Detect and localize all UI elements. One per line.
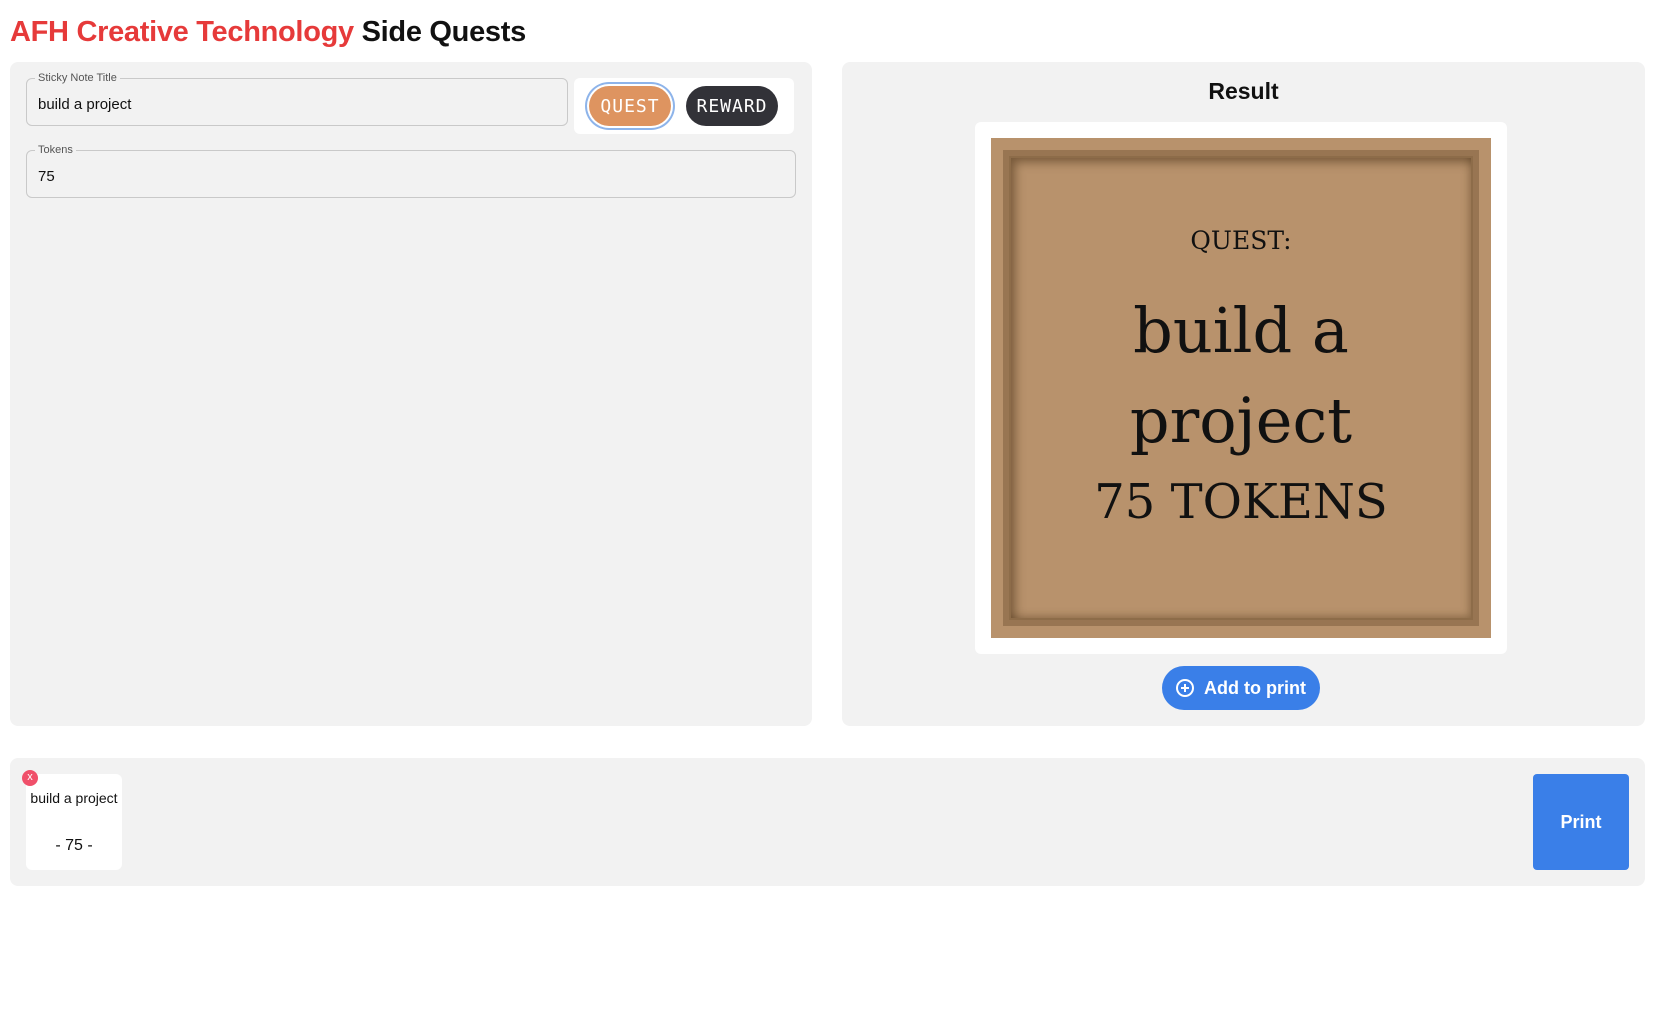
queue-item-tokens: - 75 - [55,837,93,854]
page-title: AFH Creative Technology Side Quests [10,14,526,50]
tokens-label: Tokens [35,143,76,157]
note-tokens: 75 TOKENS [1094,474,1388,530]
sticky-note-title-field[interactable]: Sticky Note Title build a project [26,71,568,126]
add-to-print-button[interactable]: Add to print [1162,666,1320,710]
sticky-note-preview: QUEST: build a project 75 TOKENS [991,138,1491,638]
editor-panel: Sticky Note Title build a project QUEST … [10,62,812,726]
quest-toggle-button[interactable]: QUEST [589,86,671,126]
brand-name: AFH Creative Technology [10,16,354,48]
sticky-note-title-input[interactable]: build a project [38,96,131,113]
print-button[interactable]: Print [1533,774,1629,870]
result-heading: Result [1208,78,1279,104]
add-to-print-label: Add to print [1204,677,1306,698]
result-panel: Result QUEST: build a project 75 TOKENS … [842,62,1645,726]
note-type-toggle: QUEST REWARD [574,78,794,134]
remove-item-button[interactable]: x [22,770,38,786]
print-queue-panel: build a project - 75 - x Print [10,758,1645,886]
sticky-note-preview-card: QUEST: build a project 75 TOKENS [975,122,1507,654]
app-title: Side Quests [361,16,527,48]
note-title: build a project [1129,294,1353,457]
queue-item-title: build a project [30,790,118,806]
queue-item: build a project - 75 - [26,774,122,870]
sticky-note-title-label: Sticky Note Title [35,71,120,85]
tokens-field[interactable]: Tokens 75 [26,143,796,198]
tokens-input[interactable]: 75 [38,168,55,185]
note-kind-label: QUEST: [1190,226,1292,255]
reward-toggle-button[interactable]: REWARD [686,86,778,126]
plus-circle-icon [1176,679,1194,697]
